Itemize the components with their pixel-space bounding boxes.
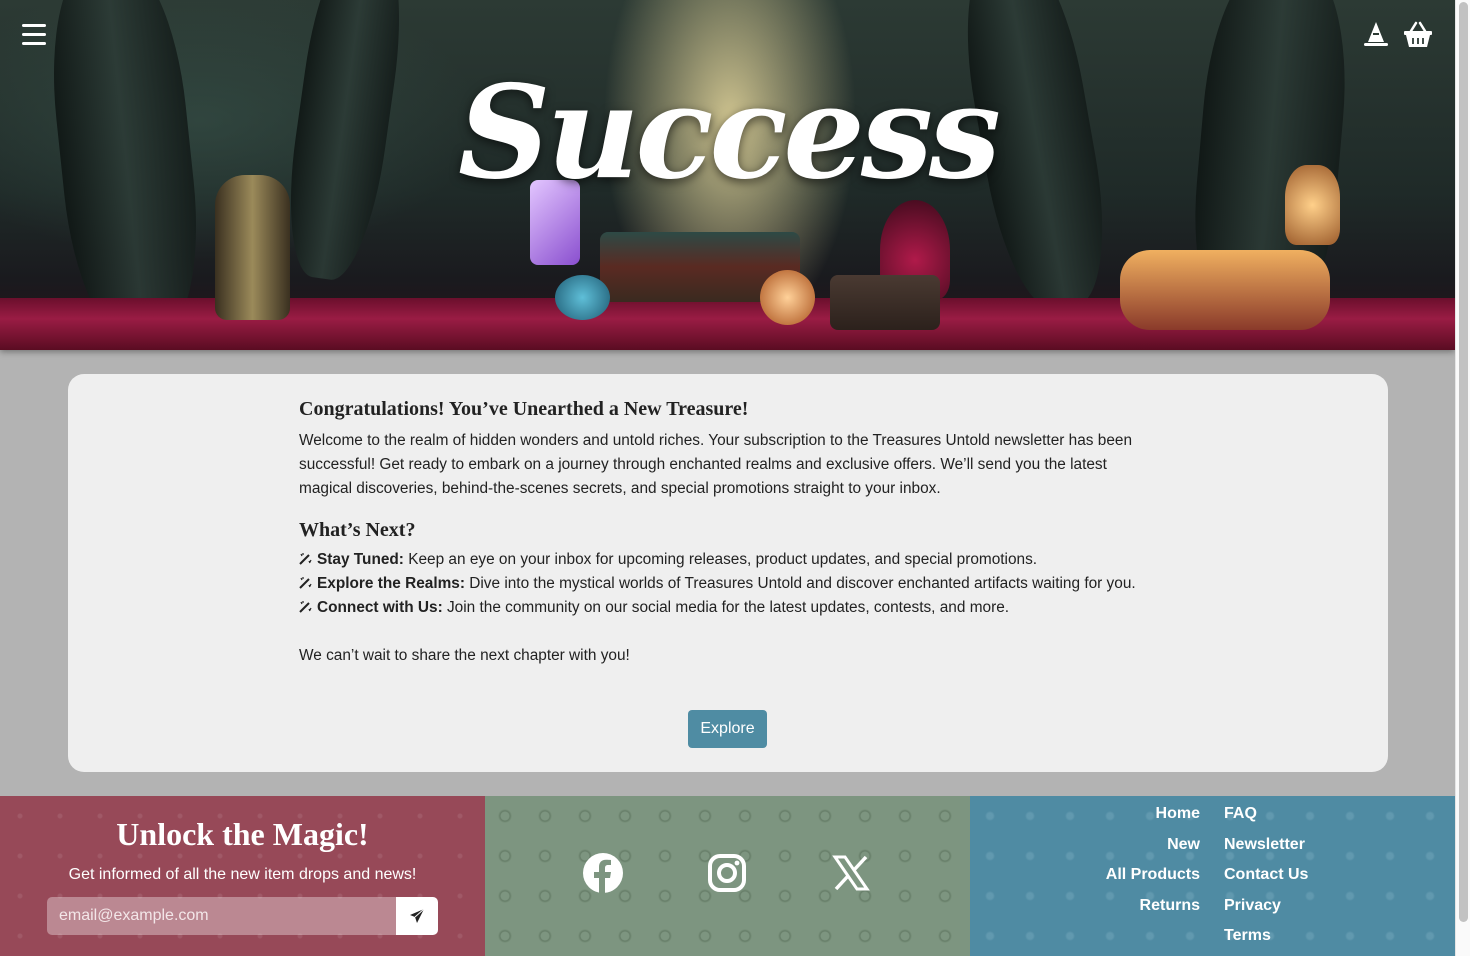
- list-item-title: Explore the Realms:: [317, 575, 465, 592]
- magic-wand-icon: [299, 553, 312, 565]
- basket-icon: [1404, 21, 1432, 47]
- hero-banner: Success: [0, 0, 1455, 350]
- magic-wand-icon: [299, 601, 312, 613]
- magic-wand-icon: [299, 577, 312, 589]
- hamburger-menu-icon: [22, 24, 46, 27]
- newsletter-section: Unlock the Magic! Get informed of all th…: [0, 796, 485, 956]
- scrollbar-thumb[interactable]: [1459, 2, 1468, 922]
- footer-link-new[interactable]: New: [1106, 835, 1200, 866]
- footer-link-terms[interactable]: Terms: [1224, 926, 1308, 956]
- wizard-hat-icon: [1364, 22, 1388, 46]
- list-item-text: Join the community on our social media f…: [442, 599, 1010, 616]
- list-item-title: Stay Tuned:: [317, 551, 404, 568]
- list-item: Connect with Us: Join the community on o…: [299, 596, 1139, 620]
- list-item: Explore the Realms: Dive into the mystic…: [299, 572, 1139, 596]
- list-item-title: Connect with Us:: [317, 599, 443, 616]
- account-button[interactable]: [1362, 20, 1390, 50]
- intro-text: Welcome to the realm of hidden wonders a…: [299, 432, 1133, 497]
- footer-links-left: Home New All Products Returns: [1106, 804, 1200, 926]
- list-item-text: Dive into the mystical worlds of Treasur…: [464, 575, 1136, 592]
- closing-text: We can’t wait to share the next chapter …: [299, 647, 630, 664]
- footer-link-contact-us[interactable]: Contact Us: [1224, 865, 1308, 896]
- email-input[interactable]: [47, 897, 396, 935]
- card-content: Congratulations! You’ve Unearthed a New …: [299, 398, 1139, 668]
- newsletter-subtitle: Get informed of all the new item drops a…: [68, 866, 417, 883]
- cart-button[interactable]: [1402, 20, 1434, 50]
- card-heading: Congratulations! You’ve Unearthed a New …: [299, 398, 749, 420]
- footer-link-home[interactable]: Home: [1106, 804, 1200, 835]
- newsletter-title: Unlock the Magic!: [116, 816, 369, 852]
- facebook-icon: [583, 853, 623, 893]
- list-item-text: Keep an eye on your inbox for upcoming r…: [403, 551, 1038, 568]
- page-scrollbar[interactable]: [1455, 0, 1470, 956]
- menu-button[interactable]: [22, 24, 46, 46]
- list-item: Stay Tuned: Keep an eye on your inbox fo…: [299, 548, 1139, 572]
- footer-link-newsletter[interactable]: Newsletter: [1224, 835, 1308, 866]
- footer-links-right: FAQ Newsletter Contact Us Privacy Terms: [1224, 804, 1308, 956]
- paper-plane-icon: [410, 908, 425, 923]
- orange-orb: [760, 270, 815, 325]
- success-card: Congratulations! You’ve Unearthed a New …: [68, 374, 1388, 772]
- next-heading: What’s Next?: [299, 519, 416, 541]
- footer-link-returns[interactable]: Returns: [1106, 896, 1200, 927]
- footer: Unlock the Magic! Get informed of all th…: [0, 796, 1455, 956]
- spellbook: [830, 275, 940, 330]
- explore-button[interactable]: Explore: [688, 710, 767, 748]
- instagram-icon: [708, 854, 746, 892]
- footer-link-faq[interactable]: FAQ: [1224, 804, 1308, 835]
- links-section: Home New All Products Returns FAQ Newsle…: [970, 796, 1455, 956]
- footer-link-all-products[interactable]: All Products: [1106, 865, 1200, 896]
- tray-decoration: [1120, 250, 1330, 330]
- blue-stone: [555, 275, 610, 320]
- facebook-link[interactable]: [582, 852, 624, 894]
- instagram-link[interactable]: [706, 852, 748, 894]
- page-title: Success: [458, 58, 1001, 208]
- footer-link-privacy[interactable]: Privacy: [1224, 896, 1308, 927]
- newsletter-form: [47, 897, 438, 935]
- x-link[interactable]: [830, 852, 872, 894]
- next-list: Stay Tuned: Keep an eye on your inbox fo…: [299, 548, 1139, 620]
- social-section: [485, 796, 970, 956]
- x-icon: [832, 855, 870, 891]
- send-button[interactable]: [396, 897, 438, 935]
